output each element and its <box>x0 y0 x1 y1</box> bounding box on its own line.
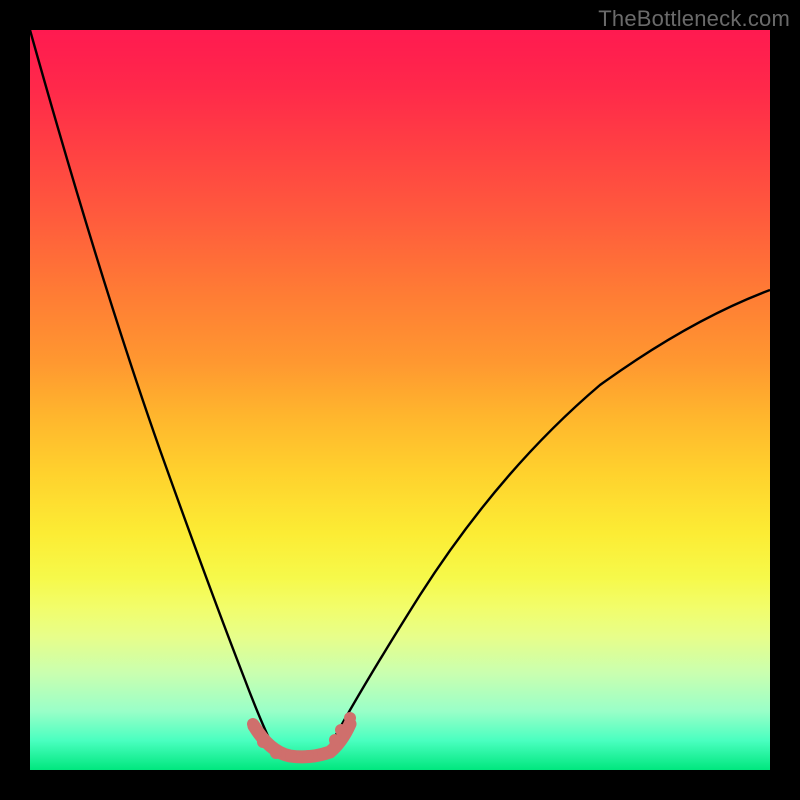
chart-frame: TheBottleneck.com <box>0 0 800 800</box>
plot-area <box>30 30 770 770</box>
watermark-text: TheBottleneck.com <box>598 6 790 32</box>
left-curve <box>30 30 276 753</box>
curve-svg <box>30 30 770 770</box>
right-curve <box>326 290 770 753</box>
